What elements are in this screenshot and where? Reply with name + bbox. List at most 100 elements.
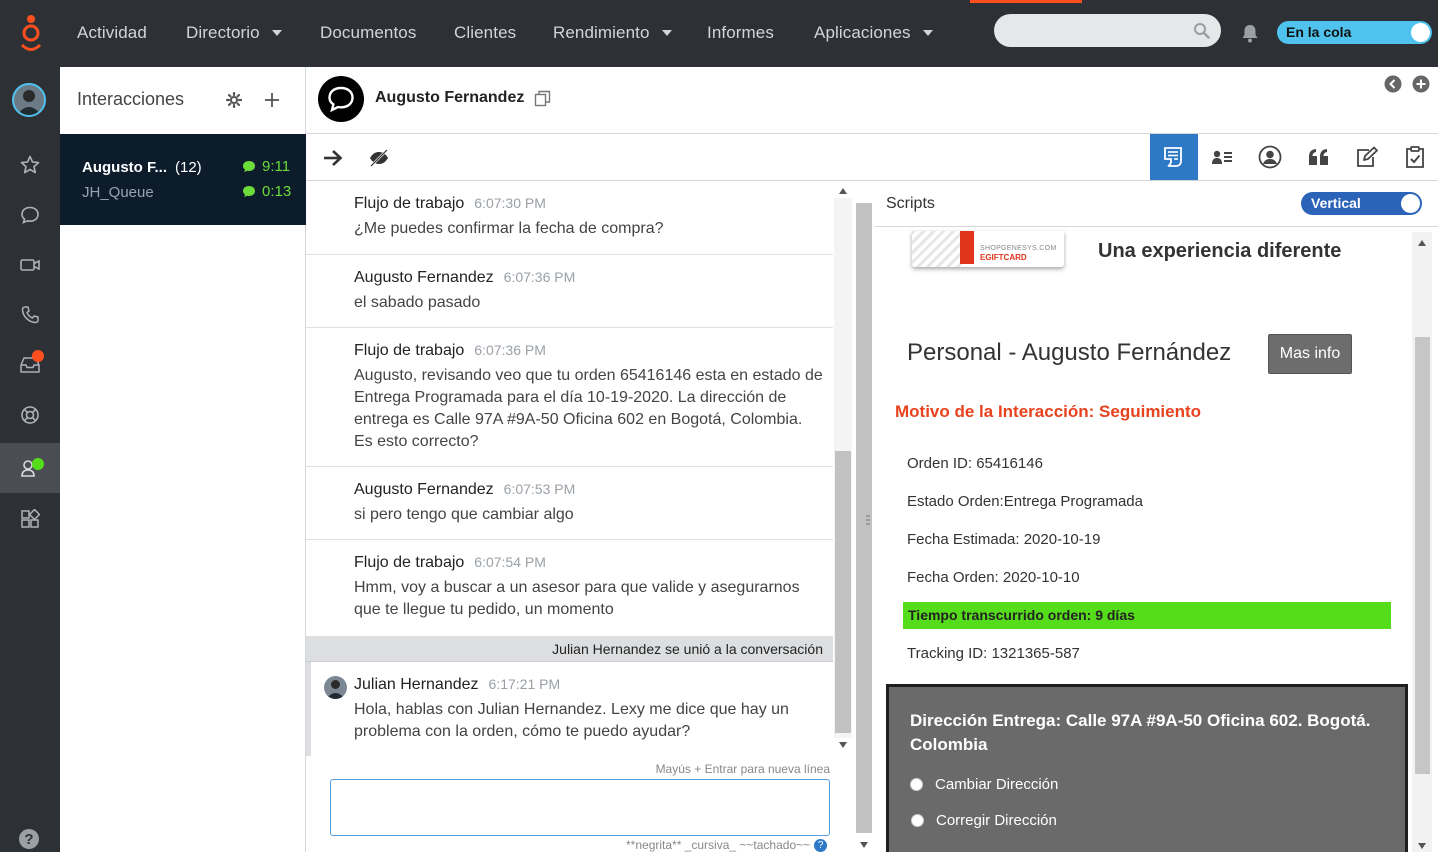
scripts-header: Scripts Vertical (875, 181, 1438, 227)
scroll-down-icon[interactable] (839, 742, 847, 748)
chat-bubble-icon (328, 86, 354, 112)
scripts-scrollbar[interactable] (1412, 232, 1432, 852)
chevron-down-icon (922, 30, 933, 36)
search-input[interactable] (994, 14, 1221, 47)
scroll-down-icon[interactable] (860, 842, 868, 848)
message-time: 6:07:36 PM (474, 342, 546, 358)
gear-icon[interactable] (226, 92, 242, 108)
order-date: Fecha Orden: 2020-10-10 (907, 569, 1080, 586)
nav-aplicaciones[interactable]: Aplicaciones (814, 22, 933, 44)
chat-icon (243, 161, 255, 172)
back-circle-icon[interactable] (1384, 75, 1402, 93)
quote-tab-icon[interactable] (1295, 134, 1343, 180)
vertical-layout-toggle[interactable]: Vertical (1301, 192, 1422, 215)
scripts-panel: Scripts Vertical SHOPGENESYS.COM EGIFTCA… (875, 181, 1438, 852)
chat-transcript[interactable]: Flujo de trabajo 6:07:30 PM ¿Me puedes co… (306, 181, 833, 756)
message-text: Augusto, revisando veo que tu orden 6541… (354, 367, 823, 450)
add-circle-icon[interactable] (1412, 75, 1430, 93)
nav-rendimiento[interactable]: Rendimiento (553, 22, 672, 44)
chat-icon (243, 186, 255, 197)
nav-directorio[interactable]: Directorio (186, 22, 282, 44)
edit-tab-icon[interactable] (1343, 134, 1391, 180)
message-time: 6:07:36 PM (503, 269, 576, 285)
giftcard-site: SHOPGENESYS.COM (980, 245, 1057, 252)
video-icon[interactable] (0, 240, 60, 290)
option-cambiar-direccion[interactable]: Cambiar Dirección (910, 776, 1058, 793)
clipboard-tab-icon[interactable] (1391, 134, 1438, 180)
message-time: 6:07:30 PM (474, 195, 546, 211)
nav-actividad[interactable]: Actividad (77, 22, 147, 44)
customer-name-heading: Personal - Augusto Fernández (907, 339, 1232, 366)
radio-button[interactable] (911, 814, 924, 827)
script-tagline: Una experiencia diferente (1098, 240, 1342, 262)
chat-message: Flujo de trabajo 6:07:54 PM Hmm, voy a bu… (306, 540, 833, 637)
contact-name: Augusto Fernandez (375, 89, 525, 106)
add-interaction-icon[interactable] (263, 91, 281, 109)
status-badge (32, 458, 44, 470)
search-icon[interactable] (1193, 22, 1210, 39)
delivery-address: Dirección Entrega: Calle 97A #9A-50 Ofic… (910, 711, 1371, 754)
phone-icon[interactable] (0, 290, 60, 340)
user-avatar[interactable] (12, 83, 46, 117)
order-id: Orden ID: 65416146 (907, 455, 1043, 472)
pane-splitter-handle[interactable] (863, 500, 873, 540)
message-input[interactable] (330, 779, 830, 836)
left-rail (0, 67, 60, 852)
joined-notice-text: Julian Hernandez se unió a la conversaci… (552, 641, 823, 657)
scripts-tab-icon[interactable] (1150, 134, 1198, 180)
star-icon[interactable] (0, 140, 60, 190)
chat-message: Augusto Fernandez 6:07:36 PM el sabado pa… (306, 255, 833, 328)
interaction-timer: 0:13 (242, 183, 291, 200)
interaction-card[interactable]: Augusto F... (12) JH_Queue 9:11 0:13 (60, 134, 306, 225)
scroll-up-icon[interactable] (1418, 240, 1426, 246)
message-author: Augusto Fernandez (354, 269, 494, 286)
hide-icon[interactable] (368, 148, 390, 168)
support-icon[interactable] (0, 390, 60, 440)
contact-card-tab-icon[interactable] (1198, 134, 1246, 180)
radio-button[interactable] (910, 778, 923, 791)
more-info-button[interactable]: Mas info (1268, 334, 1352, 374)
toggle-knob (1401, 194, 1420, 213)
chat-message: Flujo de trabajo 6:07:36 PM Augusto, revi… (306, 328, 833, 467)
transcript-scrollbar[interactable] (833, 181, 853, 756)
chat-message: Augusto Fernandez 6:07:53 PM si pero teng… (306, 467, 833, 540)
format-hint: **negrita** _cursiva_ ~~tachado~~? (626, 838, 828, 852)
scroll-down-icon[interactable] (1418, 843, 1426, 849)
interaction-timer: 9:11 (242, 158, 290, 175)
toggle-knob (1411, 23, 1430, 42)
message-author: Flujo de trabajo (354, 195, 465, 212)
agent-avatar (324, 676, 347, 699)
giftcard-image: SHOPGENESYS.COM EGIFTCARD (912, 231, 1064, 267)
nav-clientes[interactable]: Clientes (454, 22, 516, 44)
scroll-up-icon[interactable] (839, 188, 847, 194)
message-author: Flujo de trabajo (354, 554, 465, 571)
scrollbar-thumb[interactable] (1415, 337, 1430, 774)
format-help-icon[interactable]: ? (814, 839, 828, 852)
notification-badge (32, 350, 44, 362)
apps-icon[interactable] (0, 494, 60, 544)
profile-tab-icon[interactable] (1246, 134, 1294, 180)
bell-icon[interactable] (1240, 23, 1260, 43)
chat-icon[interactable] (0, 190, 60, 240)
queue-status-toggle[interactable]: En la cola (1277, 21, 1432, 44)
interaction-reason: Motivo de la Interacción: Seguimiento (895, 402, 1202, 421)
message-text: ¿Me puedes confirmar la fecha de compra? (354, 220, 664, 237)
agent-icon[interactable] (0, 443, 60, 493)
copy-icon[interactable] (534, 90, 551, 107)
message-author: Flujo de trabajo (354, 342, 465, 359)
genesys-logo-icon[interactable] (14, 14, 48, 54)
nav-documentos[interactable]: Documentos (320, 22, 416, 44)
participant-joined-notice: Julian Hernandez se unió a la conversaci… (306, 637, 833, 662)
inbox-icon[interactable] (0, 340, 60, 390)
estimated-date: Fecha Estimada: 2020-10-19 (907, 531, 1101, 548)
message-author: Augusto Fernandez (354, 481, 494, 498)
message-text: el sabado pasado (354, 294, 481, 311)
delivery-address-box: Dirección Entrega: Calle 97A #9A-50 Ofic… (886, 684, 1408, 852)
conversation-toolbar (306, 134, 1438, 181)
help-icon[interactable]: ? (19, 829, 39, 849)
option-corregir-direccion[interactable]: Corregir Dirección (911, 812, 1057, 829)
scrollbar-thumb[interactable] (835, 451, 851, 733)
vertical-toggle-label: Vertical (1311, 195, 1361, 211)
transfer-arrow-icon[interactable] (322, 148, 344, 168)
nav-informes[interactable]: Informes (707, 22, 774, 44)
